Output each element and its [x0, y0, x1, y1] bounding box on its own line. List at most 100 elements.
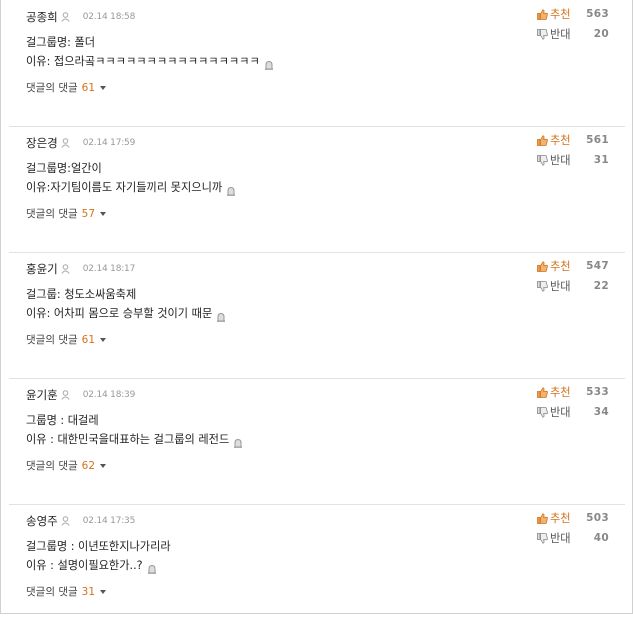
replies-count: 57	[81, 207, 96, 220]
downvote-button[interactable]: 반대 34	[537, 402, 609, 422]
comment-meta: 송영주 02.14 17:35	[26, 514, 135, 528]
downvote-button[interactable]: 반대 20	[537, 24, 609, 44]
thumbs-up-icon	[537, 134, 548, 146]
caret-down-icon	[100, 337, 107, 342]
user-profile-icon[interactable]	[61, 516, 70, 526]
thumbs-up-icon	[537, 512, 548, 524]
replies-label: 댓글의 댓글	[26, 82, 78, 94]
comment-timestamp: 02.14 17:59	[82, 138, 136, 148]
replies-label: 댓글의 댓글	[26, 208, 78, 220]
thumbs-up-icon	[537, 386, 548, 398]
upvote-button[interactable]: 추천 503	[537, 508, 609, 528]
downvote-label: 반대	[550, 280, 571, 293]
comment-text-line: 이유: 접으라곸ㅋㅋㅋㅋㅋㅋㅋㅋㅋㅋㅋㅋㅋㅋㅋㅋ	[26, 55, 260, 68]
comment-text-line: 걸그룹명 : 이년또한지나가리라	[26, 540, 171, 553]
thumbs-up-icon	[537, 260, 548, 272]
downvote-count: 40	[593, 532, 609, 544]
upvote-label: 추천	[550, 134, 571, 147]
downvote-count: 22	[593, 280, 609, 292]
thumbs-down-icon	[537, 532, 548, 544]
report-siren-icon[interactable]	[233, 435, 243, 448]
comment-body: 걸그룹명 : 이년또한지나가리라 이유 : 설명이필요한가..?	[26, 537, 171, 575]
thumbs-down-icon	[537, 280, 548, 292]
caret-down-icon	[100, 463, 107, 468]
replies-count: 61	[81, 333, 96, 346]
vote-box: 추천 561 반대 31	[537, 130, 609, 170]
comment-author[interactable]: 송영주	[26, 513, 58, 529]
downvote-button[interactable]: 반대 40	[537, 528, 609, 548]
comment-timestamp: 02.14 18:58	[82, 12, 136, 22]
downvote-label: 반대	[550, 532, 571, 545]
report-siren-icon[interactable]	[147, 561, 157, 574]
thumbs-down-icon	[537, 28, 548, 40]
caret-down-icon	[100, 85, 107, 90]
upvote-button[interactable]: 추천 561	[537, 130, 609, 150]
thumbs-down-icon	[537, 154, 548, 166]
downvote-label: 반대	[550, 28, 571, 41]
replies-toggle[interactable]: 댓글의 댓글 61	[26, 80, 107, 95]
comment-author[interactable]: 공종희	[26, 9, 58, 25]
comment-timestamp: 02.14 18:17	[82, 264, 136, 274]
replies-count: 31	[81, 585, 96, 598]
comment-body: 걸그룹명:얼간이 이유:자기팀이름도 자기들끼리 못지으니까	[26, 159, 236, 197]
upvote-label: 추천	[550, 260, 571, 273]
report-siren-icon[interactable]	[264, 57, 274, 70]
upvote-count: 563	[586, 8, 609, 20]
upvote-button[interactable]: 추천 547	[537, 256, 609, 276]
comment-item: 홍윤기 02.14 18:17 걸그룹: 청도소싸움축제 이유: 어차피 몸으로…	[9, 252, 625, 379]
downvote-button[interactable]: 반대 31	[537, 150, 609, 170]
comment-meta: 공종희 02.14 18:58	[26, 10, 135, 24]
report-siren-icon[interactable]	[216, 309, 226, 322]
replies-toggle[interactable]: 댓글의 댓글 62	[26, 458, 107, 473]
comment-timestamp: 02.14 18:39	[82, 390, 136, 400]
downvote-label: 반대	[550, 406, 571, 419]
comment-body: 걸그룹: 청도소싸움축제 이유: 어차피 몸으로 승부할 것이기 때문	[26, 285, 226, 323]
caret-down-icon	[100, 589, 107, 594]
vote-box: 추천 533 반대 34	[537, 382, 609, 422]
comment-text-line: 이유: 어차피 몸으로 승부할 것이기 때문	[26, 307, 213, 320]
user-profile-icon[interactable]	[61, 390, 70, 400]
replies-label: 댓글의 댓글	[26, 586, 78, 598]
vote-box: 추천 547 반대 22	[537, 256, 609, 296]
upvote-button[interactable]: 추천 533	[537, 382, 609, 402]
user-profile-icon[interactable]	[61, 12, 70, 22]
comment-body: 걸그룹명: 폴더 이유: 접으라곸ㅋㅋㅋㅋㅋㅋㅋㅋㅋㅋㅋㅋㅋㅋㅋㅋ	[26, 33, 274, 71]
comment-meta: 홍윤기 02.14 18:17	[26, 262, 135, 276]
comment-author[interactable]: 윤기훈	[26, 387, 58, 403]
replies-label: 댓글의 댓글	[26, 334, 78, 346]
user-profile-icon[interactable]	[61, 264, 70, 274]
comment-item: 윤기훈 02.14 18:39 그룹명 : 대걸레 이유 : 대한민국을대표하는…	[9, 378, 625, 505]
upvote-label: 추천	[550, 386, 571, 399]
comment-author[interactable]: 장은경	[26, 135, 58, 151]
upvote-label: 추천	[550, 8, 571, 21]
comment-item: 장은경 02.14 17:59 걸그룹명:얼간이 이유:자기팀이름도 자기들끼리…	[9, 126, 625, 253]
downvote-button[interactable]: 반대 22	[537, 276, 609, 296]
comment-item: 송영주 02.14 17:35 걸그룹명 : 이년또한지나가리라 이유 : 설명…	[9, 504, 625, 630]
comment-author[interactable]: 홍윤기	[26, 261, 58, 277]
comment-list: 공종희 02.14 18:58 걸그룹명: 폴더 이유: 접으라곸ㅋㅋㅋㅋㅋㅋㅋ…	[0, 0, 633, 614]
vote-box: 추천 503 반대 40	[537, 508, 609, 548]
comment-text-line: 걸그룹명:얼간이	[26, 162, 102, 175]
downvote-count: 20	[593, 28, 609, 40]
comment-body: 그룹명 : 대걸레 이유 : 대한민국을대표하는 걸그룹의 레전드	[26, 411, 243, 449]
comment-item: 공종희 02.14 18:58 걸그룹명: 폴더 이유: 접으라곸ㅋㅋㅋㅋㅋㅋㅋ…	[9, 0, 625, 127]
downvote-count: 34	[593, 406, 609, 418]
thumbs-up-icon	[537, 8, 548, 20]
user-profile-icon[interactable]	[61, 138, 70, 148]
upvote-count: 533	[586, 386, 609, 398]
comment-text-line: 걸그룹명: 폴더	[26, 36, 96, 49]
replies-toggle[interactable]: 댓글의 댓글 61	[26, 332, 107, 347]
upvote-count: 561	[586, 134, 609, 146]
report-siren-icon[interactable]	[226, 183, 236, 196]
comment-text-line: 그룹명 : 대걸레	[26, 414, 99, 427]
replies-toggle[interactable]: 댓글의 댓글 31	[26, 584, 107, 599]
upvote-button[interactable]: 추천 563	[537, 4, 609, 24]
downvote-label: 반대	[550, 154, 571, 167]
comment-text-line: 이유:자기팀이름도 자기들끼리 못지으니까	[26, 181, 223, 194]
replies-toggle[interactable]: 댓글의 댓글 57	[26, 206, 107, 221]
thumbs-down-icon	[537, 406, 548, 418]
replies-label: 댓글의 댓글	[26, 460, 78, 472]
comment-text-line: 이유 : 설명이필요한가..?	[26, 559, 143, 572]
comment-meta: 장은경 02.14 17:59	[26, 136, 135, 150]
upvote-count: 503	[586, 512, 609, 524]
